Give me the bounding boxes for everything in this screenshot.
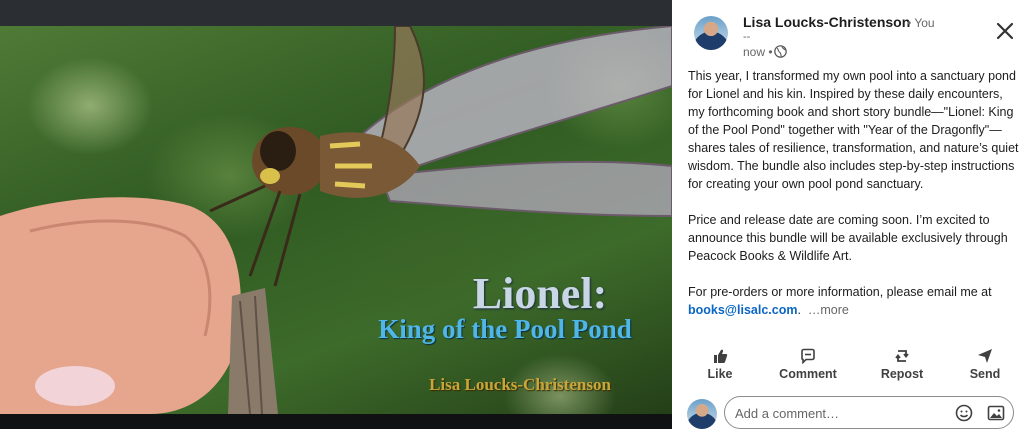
comment-placeholder: Add a comment… [735, 406, 840, 421]
comment-bubble-icon [801, 348, 815, 364]
repost-label: Repost [880, 367, 924, 381]
contact-text: For pre-orders or more information, plea… [688, 285, 992, 299]
emoji-icon[interactable] [955, 404, 973, 422]
see-more-link[interactable]: …more [808, 303, 849, 317]
dragonfly-photo [0, 26, 672, 414]
photo-icon[interactable] [987, 404, 1005, 422]
social-actions-bar: Like Comment Repost Send [672, 348, 1024, 384]
image-subtitle: King of the Pool Pond [378, 314, 632, 344]
repost-icon [895, 350, 909, 362]
post-body: This year, I transformed my own pool int… [688, 67, 1020, 319]
viewer-top-bar [0, 0, 672, 26]
current-user-avatar[interactable] [687, 399, 717, 429]
comment-label: Comment [779, 367, 837, 381]
post-image-viewer: Lionel: King of the Pool Pond Lisa Louck… [0, 0, 672, 429]
globe-icon [774, 45, 787, 58]
comment-input[interactable]: Add a comment… [724, 396, 1014, 429]
repost-button[interactable]: Repost [872, 348, 932, 384]
like-label: Like [707, 367, 733, 381]
email-link[interactable]: books@lisalc.com [688, 303, 797, 317]
dragonfly-illustration [0, 26, 672, 414]
post-detail-panel: Lisa Loucks-Christenson • You -- now • T… [672, 0, 1024, 429]
close-icon[interactable] [994, 20, 1016, 42]
send-button[interactable]: Send [960, 348, 1010, 384]
like-button[interactable]: Like [696, 348, 744, 384]
comment-button[interactable]: Comment [772, 348, 844, 384]
author-avatar[interactable] [694, 16, 728, 50]
post-paragraph-contact: For pre-orders or more information, plea… [688, 283, 1020, 319]
send-icon [978, 349, 992, 363]
send-label: Send [969, 367, 1001, 381]
image-author: Lisa Loucks-Christenson [429, 375, 611, 394]
author-headline: -- [743, 31, 751, 43]
post-timestamp: now • [743, 45, 773, 59]
post-paragraph: This year, I transformed my own pool int… [688, 69, 1019, 191]
author-badge: • You [907, 16, 935, 30]
post-paragraph: Price and release date are coming soon. … [688, 213, 1008, 263]
viewer-bottom-bar [0, 414, 672, 429]
author-name[interactable]: Lisa Loucks-Christenson [743, 14, 910, 30]
image-title: Lionel: [472, 269, 608, 318]
thumbs-up-icon [714, 349, 728, 363]
contact-suffix: . [797, 303, 801, 317]
